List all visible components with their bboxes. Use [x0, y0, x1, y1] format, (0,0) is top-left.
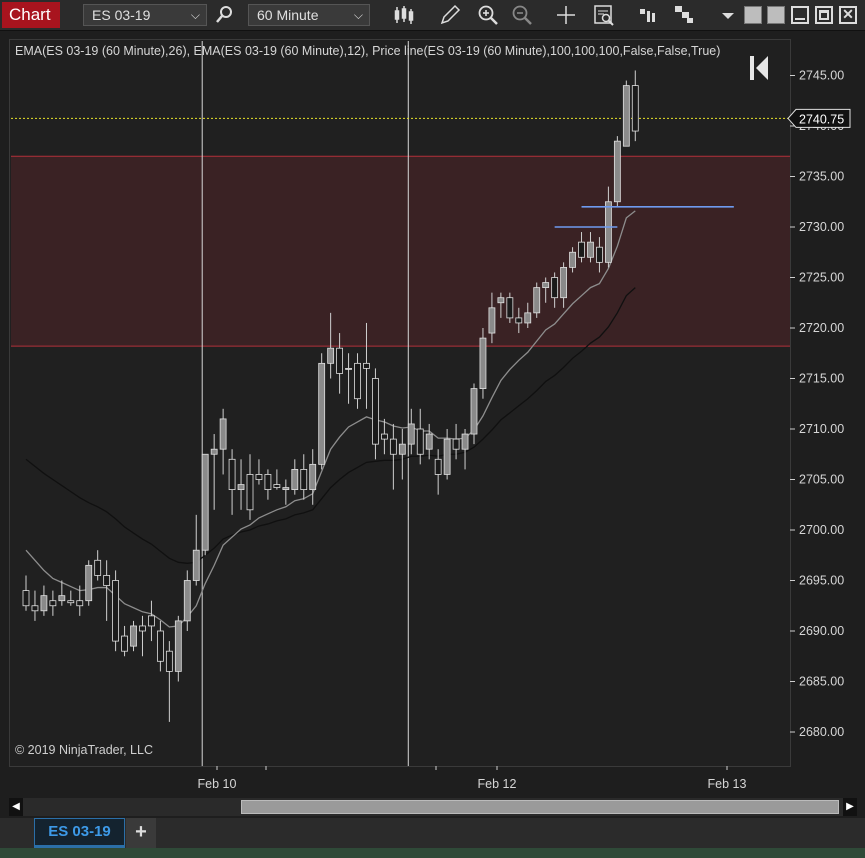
candle-body [631, 85, 639, 132]
y-tick-label: 2680.00 [799, 725, 844, 739]
candle-body [156, 630, 164, 662]
candle-body [407, 423, 415, 445]
candle-body [372, 378, 379, 445]
candle-body [94, 559, 102, 576]
candle-body [613, 140, 621, 203]
candle-body [300, 468, 308, 490]
candle-body [112, 580, 119, 642]
scroll-right-icon[interactable]: ▶ [843, 798, 857, 816]
price-marker-label: 2740.75 [799, 112, 844, 126]
candle-body [139, 625, 146, 632]
candle-body [587, 241, 594, 258]
candle-body [452, 438, 460, 450]
candle-body [336, 347, 344, 374]
candle-body [148, 615, 155, 627]
y-tick-label: 2715.00 [799, 372, 844, 386]
candle-body [174, 620, 182, 672]
y-tick-label: 2745.00 [799, 69, 844, 83]
candle-body [165, 650, 173, 672]
candle-body [560, 266, 567, 299]
candle-body [237, 484, 245, 490]
candle-body [551, 277, 559, 299]
candle-body [470, 388, 478, 435]
candle-body [425, 433, 433, 450]
candle-body [345, 367, 352, 370]
indicators-label: EMA(ES 03-19 (60 Minute),26), EMA(ES 03-… [15, 44, 721, 58]
scroll-left-icon[interactable]: ◀ [9, 798, 23, 816]
candle-body [76, 600, 84, 607]
candle-body [264, 474, 272, 491]
y-tick-label: 2730.00 [799, 220, 844, 234]
tab-es-03-19[interactable]: ES 03-19 [34, 818, 125, 848]
y-tick-label: 2690.00 [799, 624, 844, 638]
candle-body [22, 590, 30, 607]
candle-body [121, 635, 128, 652]
candle-body [515, 317, 523, 324]
candle-body [103, 575, 111, 586]
candle-body [228, 458, 236, 490]
candle-body [596, 246, 603, 263]
candle-body [354, 362, 361, 400]
candle-body [49, 600, 57, 607]
candle-body [380, 433, 388, 440]
candle-body [210, 448, 218, 455]
candle-body [506, 297, 514, 319]
candle-body [255, 474, 263, 480]
y-tick-label: 2735.00 [799, 170, 844, 184]
copyright-notice: © 2019 NinjaTrader, LLC [15, 743, 153, 757]
candle-body [488, 307, 496, 334]
candle-body [40, 595, 48, 612]
candle-body [31, 605, 39, 612]
candle-body [569, 251, 576, 268]
candle-body [389, 438, 397, 455]
candle-body [416, 428, 424, 455]
zone-rect [11, 156, 790, 347]
candle-body [533, 287, 541, 314]
instrument-tab-bar: ES 03-19 + [0, 818, 865, 848]
y-tick-label: 2685.00 [799, 675, 844, 689]
candle-body [201, 453, 209, 551]
candle-body [524, 312, 532, 324]
candle-body [282, 487, 290, 490]
candle-body [363, 362, 370, 369]
candle-body [85, 564, 93, 602]
candle-body [318, 362, 326, 465]
y-tick-label: 2710.00 [799, 422, 844, 436]
add-tab-button[interactable]: + [126, 818, 156, 848]
y-tick-label: 2720.00 [799, 321, 844, 335]
candle-body [479, 337, 487, 390]
candle-body [273, 484, 281, 488]
candle-body [434, 458, 442, 475]
candle-body [183, 580, 191, 622]
y-tick-label: 2705.00 [799, 473, 844, 487]
price-chart[interactable]: 2745.002740.002735.002730.002725.002720.… [0, 0, 865, 858]
candle-body [497, 297, 505, 304]
candle-body [398, 443, 406, 455]
candle-body [219, 418, 227, 450]
candle-body [58, 595, 66, 602]
y-tick-label: 2695.00 [799, 574, 844, 588]
y-tick-label: 2725.00 [799, 271, 844, 285]
candle-body [542, 282, 550, 288]
x-tick-label: Feb 10 [198, 777, 237, 791]
y-tick-label: 2700.00 [799, 523, 844, 537]
candle-body [605, 201, 612, 263]
candle-body [130, 625, 137, 647]
candle-body [461, 433, 469, 450]
horizontal-scrollbar[interactable]: ◀ ▶ [9, 798, 857, 816]
x-tick-label: Feb 12 [478, 777, 517, 791]
candle-body [309, 463, 317, 491]
candle-body [192, 549, 200, 581]
candle-body [578, 241, 585, 258]
collapse-panel-icon[interactable] [748, 54, 770, 82]
candle-body [246, 474, 254, 511]
candle-body [622, 85, 630, 147]
candle-body [67, 600, 75, 604]
taskbar-strip [0, 848, 865, 858]
candle-body [443, 438, 451, 475]
scrollbar-thumb[interactable] [241, 800, 839, 814]
x-tick-label: Feb 13 [708, 777, 747, 791]
candle-body [327, 347, 335, 364]
candle-body [291, 468, 299, 490]
